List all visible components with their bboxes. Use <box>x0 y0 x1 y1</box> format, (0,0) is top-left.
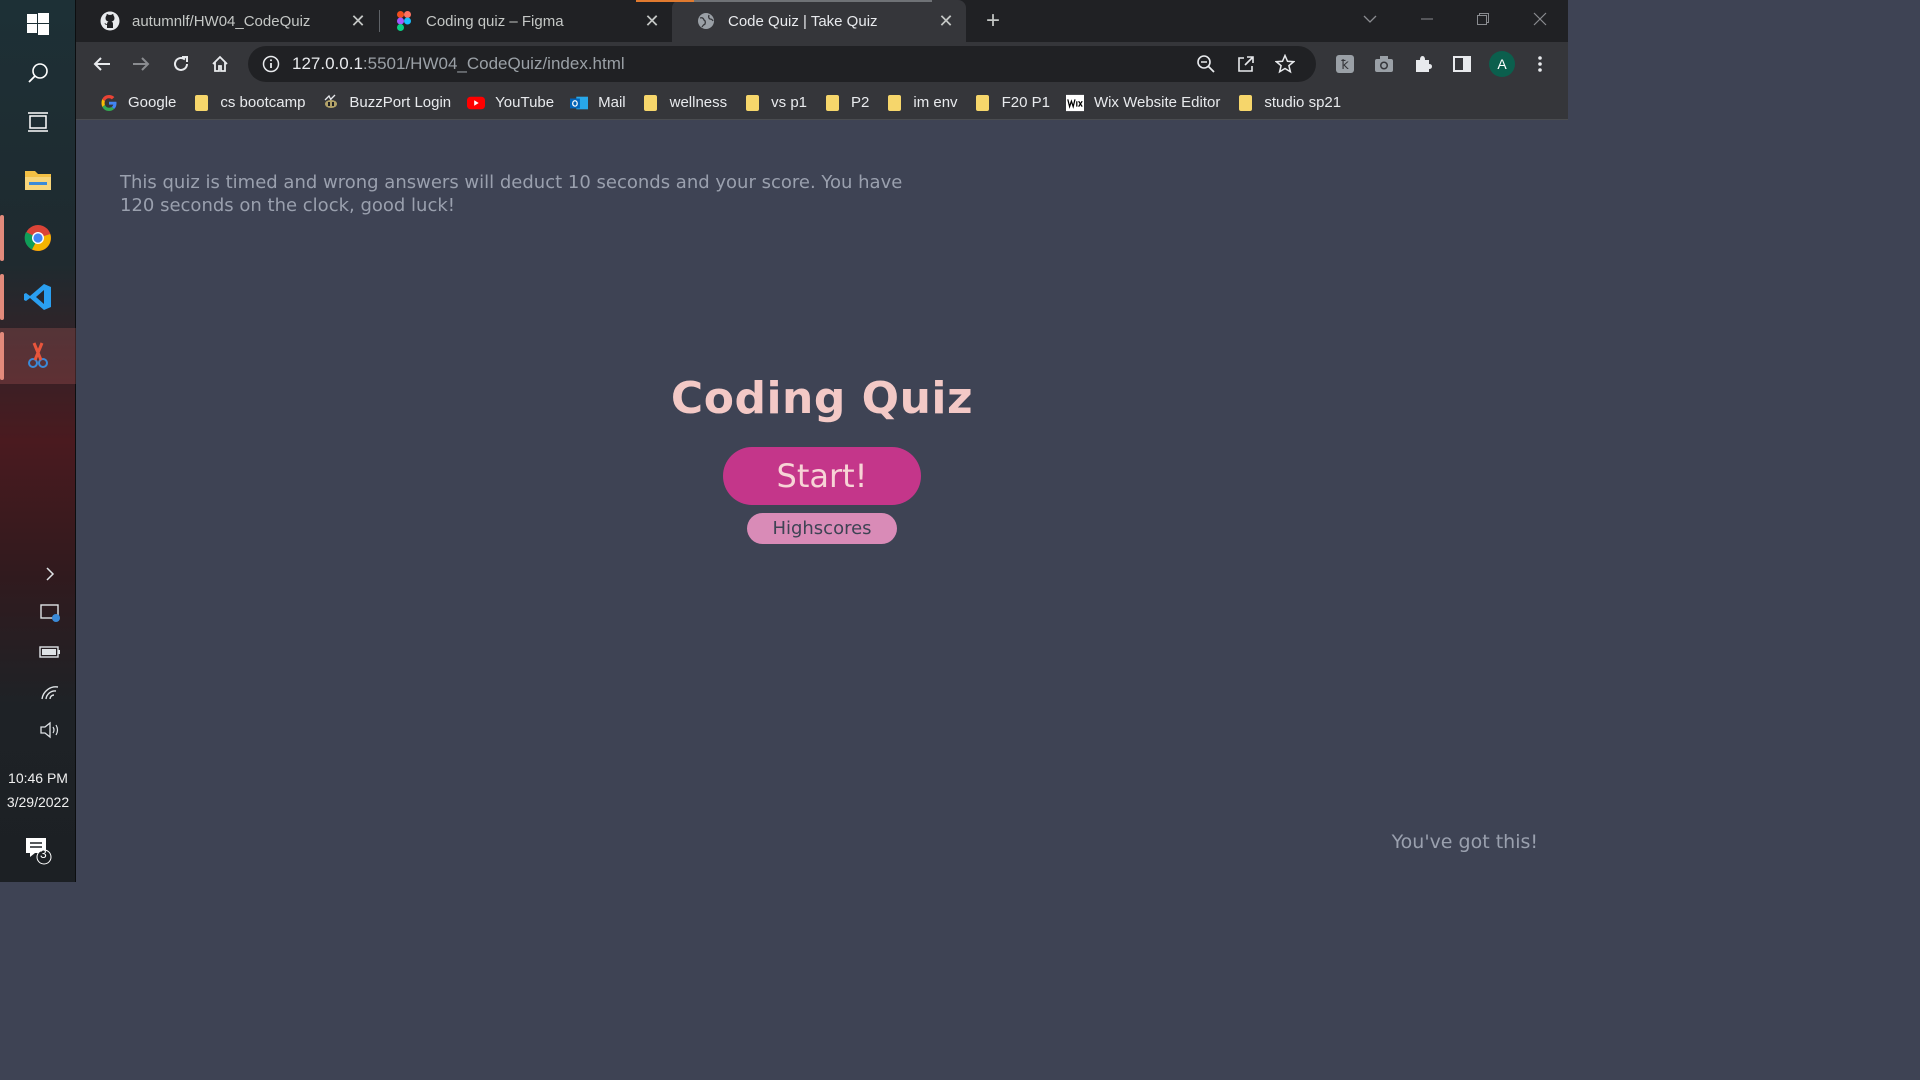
bookmark-cs-bootcamp[interactable]: cs bootcamp <box>184 89 313 117</box>
bookmark-label: Google <box>128 94 177 111</box>
google-icon <box>100 94 118 112</box>
bookmark-wix[interactable]: Wix Website Editor <box>1058 89 1228 117</box>
tab-code-quiz[interactable]: Code Quiz | Take Quiz ✕ <box>672 0 966 42</box>
buzzport-icon <box>321 94 339 112</box>
url-text[interactable]: 127.0.0.1:5501/HW04_CodeQuiz/index.html <box>292 54 625 74</box>
taskbar-clock-date[interactable]: 3/29/2022 <box>0 790 76 814</box>
folder-icon <box>823 94 841 112</box>
search-icon[interactable] <box>0 46 76 100</box>
tab-github[interactable]: autumnlf/HW04_CodeQuiz ✕ <box>76 0 378 42</box>
file-explorer-icon[interactable] <box>0 153 76 207</box>
taskbar-clock-time[interactable]: 10:46 PM <box>0 766 76 790</box>
chrome-taskbar-icon[interactable] <box>0 211 76 265</box>
bookmark-google[interactable]: Google <box>92 89 184 117</box>
bookmark-label: vs p1 <box>771 94 808 111</box>
folder-icon <box>743 94 761 112</box>
windows-taskbar: 10:46 PM 3/29/2022 3 <box>0 0 76 882</box>
bookmark-f20-p1[interactable]: F20 P1 <box>966 89 1058 117</box>
quiz-page: This quiz is timed and wrong answers wil… <box>76 121 1568 882</box>
folder-icon <box>642 94 660 112</box>
close-icon[interactable]: ✕ <box>640 9 664 33</box>
chrome-browser-window: autumnlf/HW04_CodeQuiz ✕ Coding quiz – F… <box>76 0 1568 882</box>
outlook-icon <box>570 94 589 112</box>
bookmark-wellness[interactable]: wellness <box>634 89 736 117</box>
bookmark-label: F20 P1 <box>1001 94 1050 111</box>
page-title: Coding Quiz <box>670 373 974 424</box>
start-button[interactable]: Start! <box>723 447 921 505</box>
notification-count-badge: 3 <box>40 847 47 861</box>
bookmark-vs-p1[interactable]: vs p1 <box>735 89 815 117</box>
tab-title: Coding quiz – Figma <box>426 12 564 30</box>
bookmark-youtube[interactable]: YouTube <box>459 89 562 117</box>
browser-toolbar: 127.0.0.1:5501/HW04_CodeQuiz/index.html … <box>76 42 1568 86</box>
bookmarks-bar: Google cs bootcamp BuzzPort Login YouTub… <box>76 86 1568 120</box>
url-path: :5501/HW04_CodeQuiz/index.html <box>362 54 625 73</box>
window-close-button[interactable] <box>1512 0 1568 38</box>
address-bar[interactable]: 127.0.0.1:5501/HW04_CodeQuiz/index.html <box>248 46 1316 82</box>
minimize-button[interactable] <box>1399 0 1455 38</box>
side-panel-icon[interactable] <box>1446 48 1478 80</box>
tab-strip: autumnlf/HW04_CodeQuiz ✕ Coding quiz – F… <box>76 0 1568 42</box>
chevron-down-icon[interactable] <box>1342 0 1398 38</box>
github-icon <box>100 11 120 31</box>
star-bookmark-icon[interactable] <box>1274 53 1296 79</box>
profile-avatar[interactable]: A <box>1486 48 1518 80</box>
youtube-icon <box>467 94 486 112</box>
camera-extension-icon[interactable] <box>1368 48 1400 80</box>
profile-initial: A <box>1489 51 1515 77</box>
snipping-tool-taskbar-icon[interactable] <box>0 328 76 384</box>
back-button[interactable] <box>86 48 118 80</box>
tab-loading-track <box>694 0 932 2</box>
home-button[interactable] <box>204 48 236 80</box>
bookmark-label: P2 <box>851 94 870 111</box>
reload-button[interactable] <box>165 48 197 80</box>
bookmark-im-env[interactable]: im env <box>877 89 965 117</box>
close-icon[interactable]: ✕ <box>934 9 958 33</box>
highscores-button[interactable]: Highscores <box>747 513 897 544</box>
zoom-icon[interactable] <box>1196 54 1216 79</box>
bookmark-label: YouTube <box>495 94 555 111</box>
notification-center-icon[interactable]: 3 <box>0 832 76 868</box>
task-view-icon[interactable] <box>0 95 76 149</box>
tab-title: Code Quiz | Take Quiz <box>728 12 878 30</box>
tab-title: autumnlf/HW04_CodeQuiz <box>132 12 311 30</box>
new-tab-button[interactable]: + <box>978 6 1008 36</box>
bookmark-label: wellness <box>669 94 728 111</box>
tab-loading-indicator <box>636 0 694 2</box>
bookmark-label: Wix Website Editor <box>1093 94 1221 111</box>
folder-icon <box>1236 94 1254 112</box>
bookmark-buzzport[interactable]: BuzzPort Login <box>313 89 459 117</box>
forward-button[interactable] <box>125 48 157 80</box>
quiz-instructions: This quiz is timed and wrong answers wil… <box>120 172 903 216</box>
folder-icon <box>885 94 903 112</box>
bookmark-mail[interactable]: Mail <box>562 89 634 117</box>
puzzle-extensions-icon[interactable] <box>1407 48 1439 80</box>
close-icon[interactable]: ✕ <box>346 9 370 33</box>
bookmark-studio-sp21[interactable]: studio sp21 <box>1228 89 1349 117</box>
figma-icon <box>394 11 414 31</box>
bookmark-label: im env <box>913 94 958 111</box>
url-host: 127.0.0.1 <box>292 54 363 73</box>
bookmark-label: Mail <box>598 94 626 111</box>
share-icon[interactable] <box>1236 54 1256 79</box>
restore-button[interactable] <box>1455 0 1511 38</box>
tab-figma[interactable]: Coding quiz – Figma ✕ <box>370 0 672 42</box>
extension-icon[interactable]: ꝁ <box>1329 48 1361 80</box>
bookmark-label: studio sp21 <box>1264 94 1342 111</box>
chrome-menu-icon[interactable] <box>1524 48 1556 80</box>
folder-icon <box>974 94 992 112</box>
globe-icon <box>696 11 716 31</box>
encouragement-message: You've got this! <box>1391 831 1538 853</box>
bookmark-p2[interactable]: P2 <box>815 89 877 117</box>
vscode-taskbar-icon[interactable] <box>0 270 76 324</box>
svg-text:ꝁ: ꝁ <box>1341 58 1349 73</box>
folder-icon <box>192 94 210 112</box>
site-info-icon[interactable] <box>262 55 280 73</box>
wix-icon <box>1065 94 1084 112</box>
windows-start-icon[interactable] <box>0 0 76 51</box>
bookmark-label: cs bootcamp <box>220 94 306 111</box>
bookmark-label: BuzzPort Login <box>349 94 452 111</box>
